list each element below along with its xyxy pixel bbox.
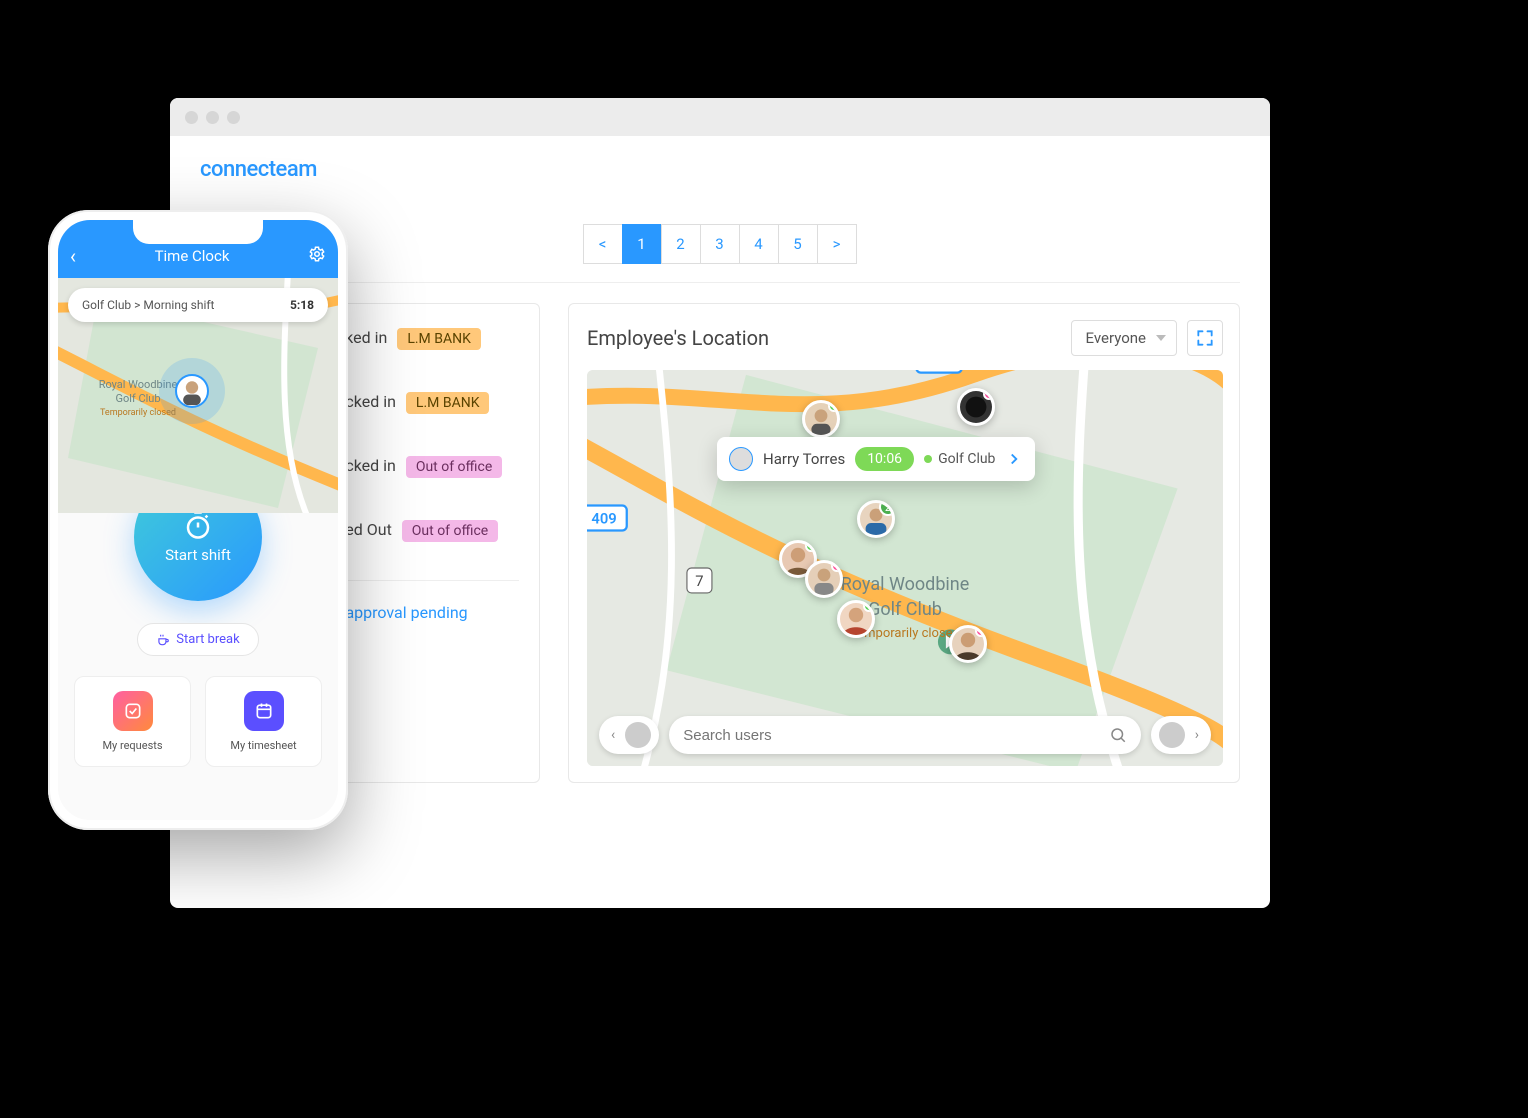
employee-pin[interactable] (837, 600, 875, 638)
chevron-right-icon[interactable] (1005, 450, 1023, 468)
phone-map[interactable]: Royal Woodbine Golf Club Temporarily clo… (58, 278, 338, 513)
app-logo: connecteam (200, 151, 1240, 194)
phone-mockup: ‹ Time Clock Royal Woodbine Golf Club Te… (48, 210, 348, 830)
employee-pin[interactable] (802, 400, 840, 438)
stopwatch-icon (183, 510, 213, 540)
search-icon (1109, 726, 1127, 744)
start-break-button[interactable]: Start break (137, 623, 258, 656)
pagination-page-1[interactable]: 1 (622, 224, 662, 264)
employee-location-card: Employee's Location Everyone (568, 303, 1240, 783)
svg-text:Golf Club: Golf Club (115, 392, 160, 405)
self-location-pin (175, 374, 209, 408)
pagination: < 1 2 3 4 5 > (200, 224, 1240, 283)
search-input[interactable] (683, 727, 1109, 744)
gear-icon (308, 245, 326, 263)
svg-text:7: 7 (695, 572, 703, 590)
pagination-prev[interactable]: < (583, 224, 623, 264)
map-footer: ‹ › (599, 716, 1211, 754)
avatar (729, 447, 753, 471)
popup-name: Harry Torres (763, 450, 845, 468)
my-timesheet-tile[interactable]: My timesheet (205, 676, 322, 767)
location-badge: Out of office (406, 456, 502, 478)
pagination-page-4[interactable]: 4 (739, 224, 779, 264)
employee-popup[interactable]: Harry Torres 10:06 Golf Club (717, 437, 1035, 481)
pagination-next[interactable]: > (817, 224, 857, 264)
employee-pin[interactable] (949, 625, 987, 663)
employee-pin[interactable] (805, 560, 843, 598)
avatar (1159, 722, 1185, 748)
coffee-icon (156, 633, 170, 647)
elapsed-time: 5:18 (290, 298, 314, 312)
window-maximize-icon[interactable] (227, 111, 240, 124)
location-badge: L.M BANK (406, 392, 490, 414)
user-nav-prev[interactable]: ‹ (599, 716, 659, 754)
avatar (625, 722, 651, 748)
timesheet-icon (244, 691, 284, 731)
location-badge: Out of office (402, 520, 498, 542)
pagination-page-2[interactable]: 2 (661, 224, 701, 264)
window-minimize-icon[interactable] (206, 111, 219, 124)
chevron-left-icon[interactable]: ‹ (607, 727, 619, 743)
pagination-page-5[interactable]: 5 (778, 224, 818, 264)
my-requests-tile[interactable]: My requests (74, 676, 191, 767)
map[interactable]: 409 409 7 Royal WoodbineGolf Club Tempor… (587, 370, 1223, 766)
employee-pin[interactable] (957, 388, 995, 426)
user-nav-next[interactable]: › (1151, 716, 1211, 754)
window-close-icon[interactable] (185, 111, 198, 124)
popup-location: Golf Club (924, 451, 995, 467)
filter-dropdown[interactable]: Everyone (1071, 320, 1177, 356)
expand-icon (1195, 328, 1215, 348)
search-users[interactable] (669, 716, 1141, 754)
svg-text:Royal Woodbine: Royal Woodbine (99, 378, 178, 391)
browser-titlebar (170, 98, 1270, 136)
pagination-page-3[interactable]: 3 (700, 224, 740, 264)
employee-pin[interactable]: 2 (857, 500, 895, 538)
settings-button[interactable] (308, 245, 326, 268)
expand-button[interactable] (1187, 320, 1223, 356)
svg-text:409: 409 (591, 510, 616, 528)
location-chip[interactable]: Golf Club > Morning shift 5:18 (68, 288, 328, 322)
requests-icon (113, 691, 153, 731)
location-badge: L.M BANK (397, 328, 481, 350)
popup-time: 10:06 (855, 447, 914, 471)
phone-notch (133, 220, 263, 244)
card-title: Employee's Location (587, 326, 1071, 350)
map-canvas: 409 409 7 (587, 370, 1223, 766)
chevron-right-icon[interactable]: › (1191, 727, 1203, 743)
screen-title: Time Clock (76, 247, 308, 265)
svg-text:Temporarily closed: Temporarily closed (100, 408, 176, 418)
